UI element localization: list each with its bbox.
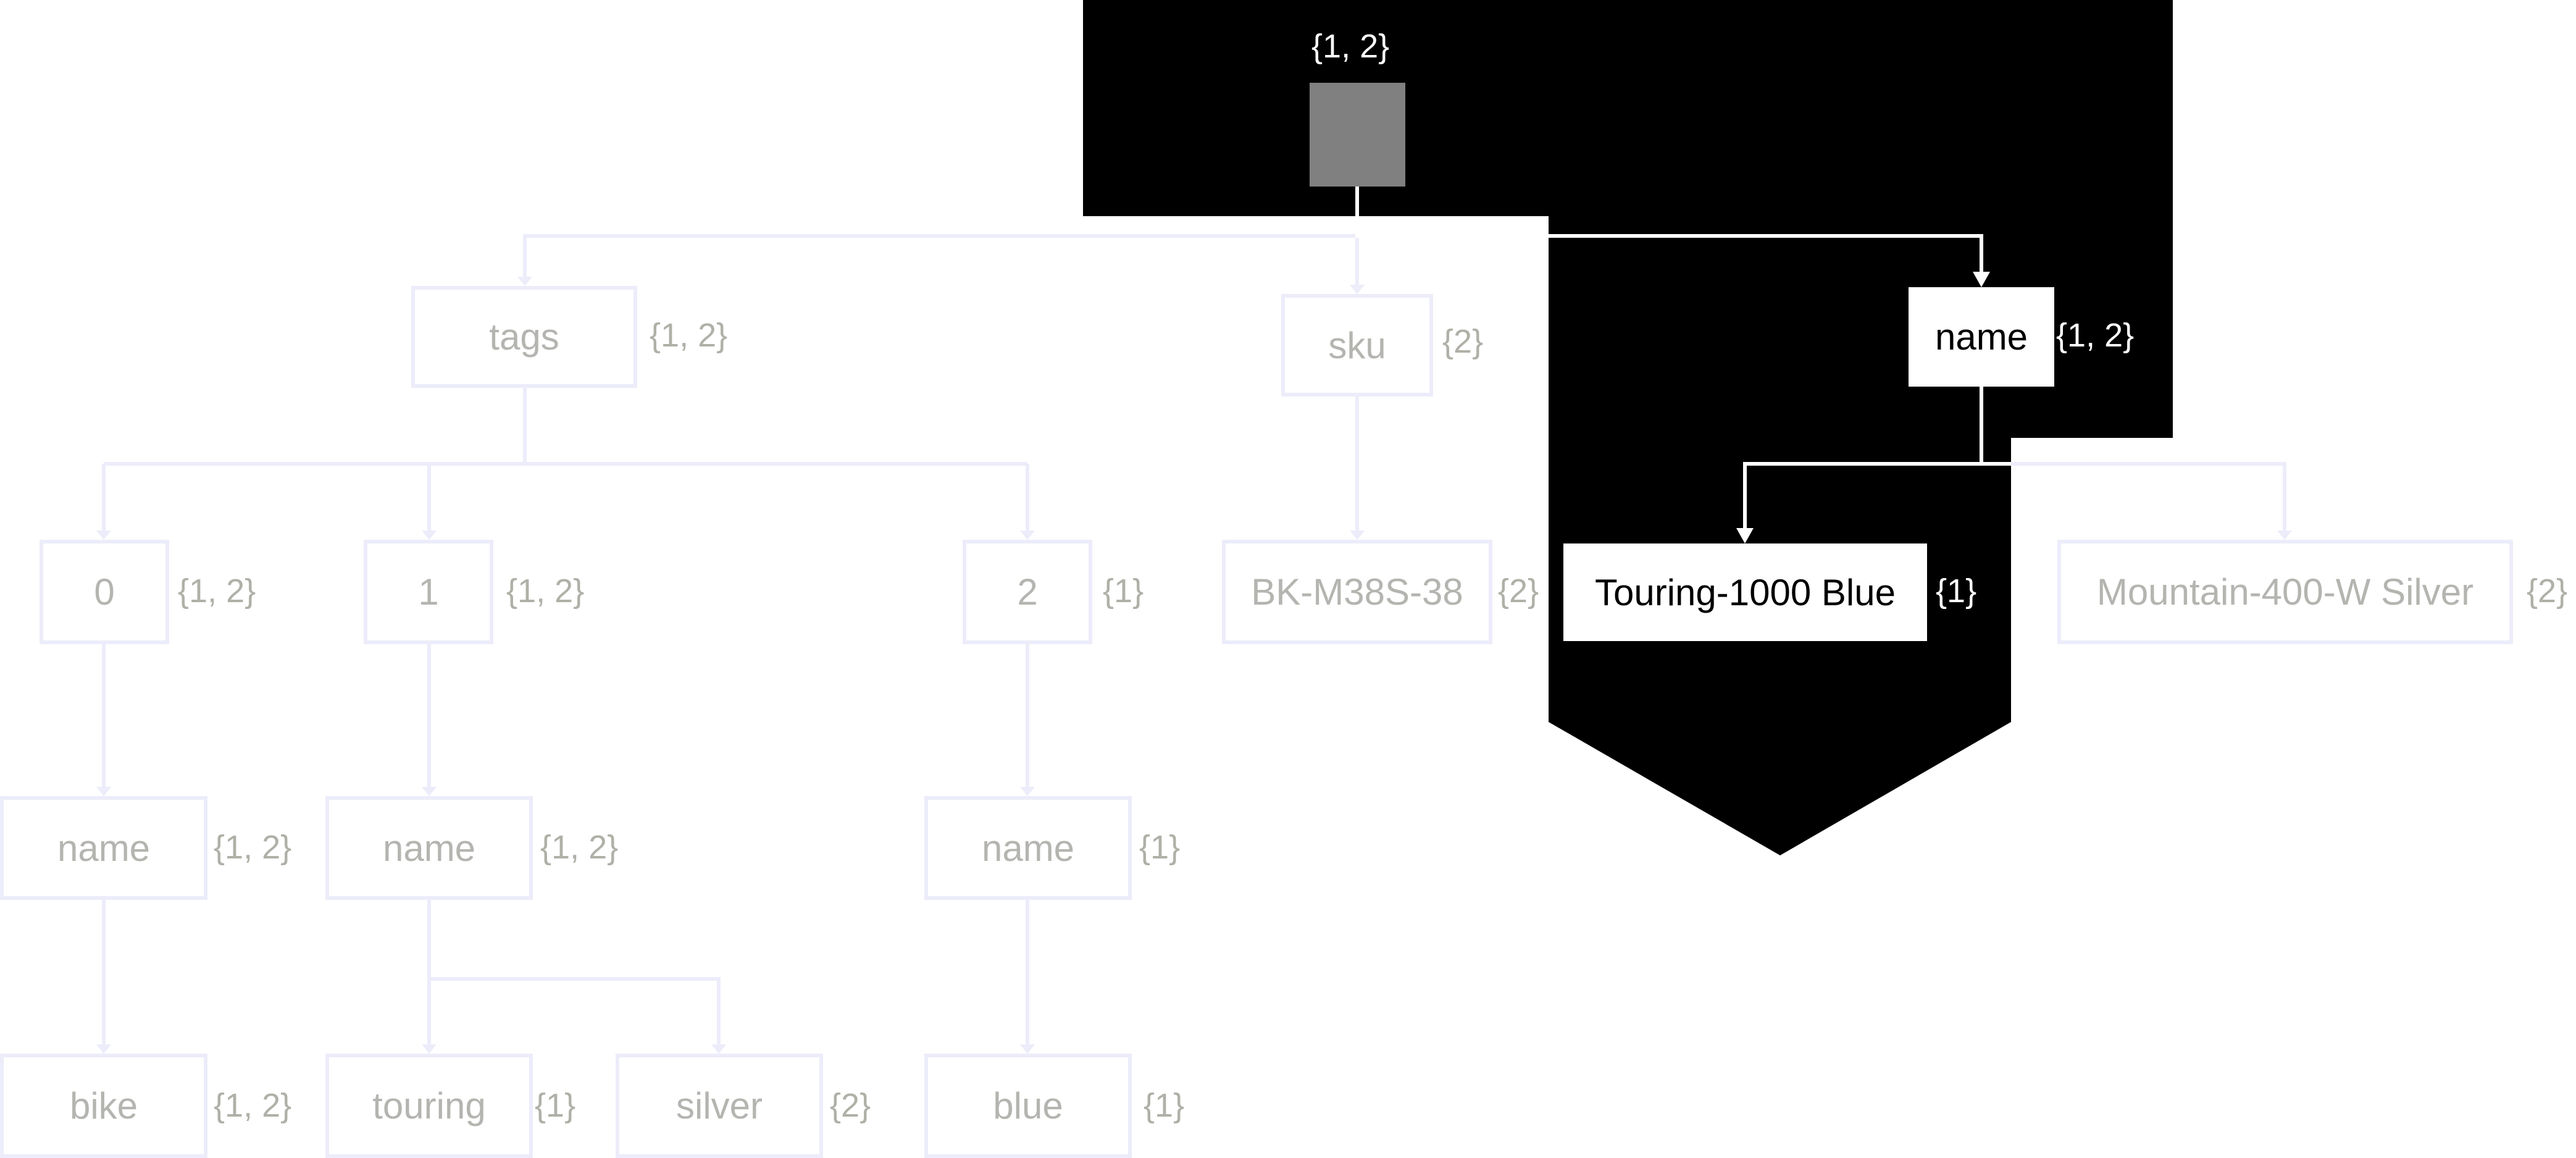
node-tags-2-name[interactable]: name: [924, 796, 1132, 900]
mountain-sets-label: {2}: [2527, 573, 2568, 610]
node-touring[interactable]: touring: [325, 1054, 533, 1158]
node-name-touring[interactable]: Touring-1000 Blue: [1563, 543, 1927, 641]
sku-sets-label: {2}: [1442, 323, 1484, 360]
touring-sets-label: {1}: [1936, 573, 1977, 610]
tags-0-name-sets-label: {1, 2}: [214, 829, 292, 866]
sku-value-sets-label: {2}: [1498, 573, 1539, 610]
touring-value-sets-label: {1}: [535, 1087, 576, 1124]
edge-name-mountain: [2011, 462, 2286, 535]
root-node[interactable]: [1310, 83, 1405, 187]
tags-1-sets-label: {1, 2}: [506, 573, 585, 610]
tags-0-sets-label: {1, 2}: [178, 573, 256, 610]
arrow-highlight-name: [1973, 272, 1990, 287]
arrow-highlight-touring: [1736, 528, 1754, 543]
node-tags[interactable]: tags: [411, 286, 637, 388]
tags-2-name-sets-label: {1}: [1139, 829, 1181, 866]
name-sets-label: {1, 2}: [2056, 317, 2135, 354]
tags-1-name-sets-label: {1, 2}: [540, 829, 619, 866]
node-tags-1[interactable]: 1: [364, 540, 493, 644]
bike-sets-label: {1, 2}: [214, 1087, 292, 1124]
edge-highlight-name-touring: [1743, 387, 1983, 531]
node-name-mountain[interactable]: Mountain-400-W Silver: [2057, 540, 2513, 644]
edge-tags-children: [102, 388, 1029, 535]
node-tags-0-name[interactable]: name: [0, 796, 207, 900]
node-silver[interactable]: silver: [616, 1054, 823, 1158]
node-blue[interactable]: blue: [924, 1054, 1132, 1158]
tags-2-sets-label: {1}: [1103, 573, 1144, 610]
edge-root-tags: [523, 187, 1359, 281]
node-tags-2[interactable]: 2: [963, 540, 1092, 644]
node-tags-1-name[interactable]: name: [325, 796, 533, 900]
node-sku-value[interactable]: BK-M38S-38: [1222, 540, 1492, 644]
silver-sets-label: {2}: [830, 1087, 871, 1124]
node-tags-0[interactable]: 0: [40, 540, 169, 644]
node-sku[interactable]: sku: [1281, 294, 1433, 396]
node-bike[interactable]: bike: [0, 1054, 207, 1158]
blue-sets-label: {1}: [1144, 1087, 1185, 1124]
edge-highlight-root-name: [1355, 187, 1983, 275]
tags-sets-label: {1, 2}: [650, 317, 728, 354]
root-sets-label: {1, 2}: [1311, 28, 1390, 65]
node-name[interactable]: name: [1909, 287, 2054, 387]
edge-t1name-values: [427, 900, 721, 1049]
